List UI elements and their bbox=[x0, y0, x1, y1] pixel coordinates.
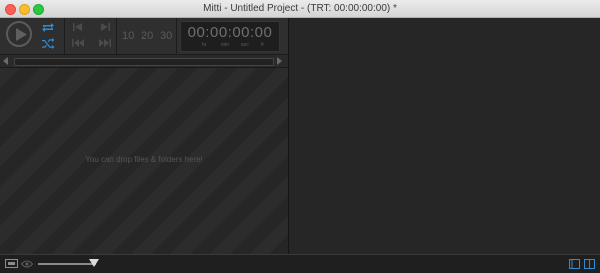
repeat-icon[interactable] bbox=[41, 22, 55, 33]
timecode-label-sec: sec bbox=[241, 42, 249, 48]
drop-hint: You can drop files & folders here! bbox=[85, 155, 203, 164]
scroll-right-arrow-icon[interactable] bbox=[277, 57, 282, 65]
layout-split-icon[interactable] bbox=[584, 259, 595, 269]
transport-toolbar: 10 20 30 00:00:00:00 hr min sec fr bbox=[0, 18, 288, 55]
speed-30-button[interactable]: 30 bbox=[160, 30, 172, 42]
shuffle-icon[interactable] bbox=[41, 38, 55, 49]
preview-panel bbox=[289, 18, 600, 254]
output-screen-icon[interactable] bbox=[5, 259, 18, 269]
play-button[interactable] bbox=[6, 21, 32, 47]
horizontal-scrollbar[interactable] bbox=[0, 55, 288, 68]
zoom-slider-track[interactable] bbox=[38, 263, 96, 265]
rewind-icon[interactable] bbox=[72, 39, 84, 47]
zoom-slider-thumb[interactable] bbox=[89, 259, 99, 267]
toolbar-divider bbox=[116, 18, 117, 54]
play-icon bbox=[16, 28, 27, 41]
toolbar-divider bbox=[176, 18, 177, 54]
timecode-display: 00:00:00:00 hr min sec fr bbox=[180, 21, 280, 52]
scroll-track[interactable] bbox=[14, 58, 274, 66]
skip-previous-icon[interactable] bbox=[73, 23, 82, 31]
layout-single-icon[interactable] bbox=[569, 259, 580, 269]
timecode-value: 00:00:00:00 bbox=[187, 24, 273, 41]
skip-next-icon[interactable] bbox=[101, 23, 110, 31]
timecode-label-fr: fr bbox=[261, 42, 265, 48]
speed-20-button[interactable]: 20 bbox=[141, 30, 153, 42]
playlist-panel: 10 20 30 00:00:00:00 hr min sec fr You c… bbox=[0, 18, 289, 254]
window-title: Mitti - Untitled Project - (TRT: 00:00:0… bbox=[203, 3, 397, 14]
timecode-label-hr: hr bbox=[202, 42, 207, 48]
timecode-label-min: min bbox=[221, 42, 230, 48]
title-bar: Mitti - Untitled Project - (TRT: 00:00:0… bbox=[0, 0, 600, 18]
scroll-left-arrow-icon[interactable] bbox=[3, 57, 8, 65]
toolbar-divider bbox=[64, 18, 65, 54]
fast-forward-icon[interactable] bbox=[99, 39, 111, 47]
bottom-bar bbox=[0, 254, 600, 273]
playlist-drop-area[interactable]: You can drop files & folders here! bbox=[0, 68, 288, 254]
speed-10-button[interactable]: 10 bbox=[122, 30, 134, 42]
eye-icon[interactable] bbox=[21, 260, 33, 268]
